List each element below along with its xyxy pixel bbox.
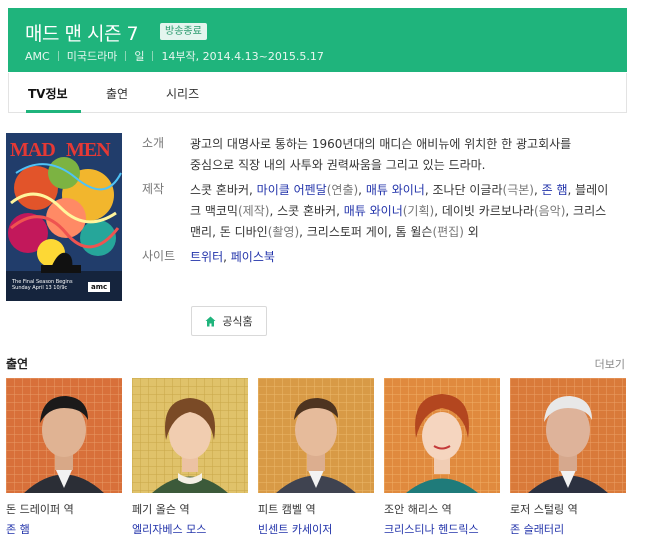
cast-actor-link[interactable]: 존 햄 [6,521,122,537]
meta-network[interactable]: AMC [25,50,50,63]
production-role: (촬영) [267,225,300,239]
production-role: (음악) [533,204,566,218]
cast-actor-link[interactable]: 크리스티나 헨드릭스 [384,521,500,537]
status-badge: 방송종료 [160,23,207,40]
page-title: 매드 맨 시즌 7 [25,23,139,45]
production-role: (기획) [402,204,435,218]
header-meta: AMC 미국드라마 일 14부작, 2014.4.13~2015.5.17 [25,48,324,64]
cast-photo[interactable] [6,378,122,493]
cast-role: 피트 캠벨 역 [258,503,316,516]
info-summary-line1: 광고의 대명사로 통하는 1960년대의 매디슨 애비뉴에 위치한 한 광고회사… [190,137,572,151]
cast-photo[interactable] [510,378,626,493]
poster-caption-line2: Sunday April 13 10/9c [12,285,68,291]
production-role: (편집) [432,225,464,239]
poster-caption: The Final Season Begins Sunday April 13 … [12,279,73,291]
tab-bar: TV정보 출연 시리즈 [8,73,627,113]
info-label-site: 사이트 [142,249,176,263]
cast-card[interactable]: 돈 드레이퍼 역 존 햄 [6,378,122,537]
production-text: , 스콧 혼바커, [269,204,344,218]
info-row-site: 사이트 트위터, 페이스북 [140,247,610,268]
title-header: 매드 맨 시즌 7 방송종료 AMC 미국드라마 일 14부작, 2014.4.… [8,8,627,72]
active-tab-indicator [26,110,81,113]
meta-genre: 미국드라마 [66,50,118,63]
meta-day: 일 [134,50,145,63]
info-production: 스콧 혼바커, 마이클 어펜달(연출), 매튜 와이너, 조나단 이글라(극본)… [190,180,610,243]
production-role: (제작) [237,204,270,218]
cast-role: 돈 드레이퍼 역 [6,503,74,516]
cast-photo[interactable] [384,378,500,493]
cast-card[interactable]: 피트 캠벨 역 빈센트 카세이저 [258,378,374,537]
site-link-twitter[interactable]: 트위터 [190,250,223,264]
cast-photo[interactable] [258,378,374,493]
cast-more-link[interactable]: 더보기 [595,356,625,372]
tab-tv-info[interactable]: TV정보 [28,85,68,102]
official-home-button[interactable]: 공식홈 [191,306,267,336]
cast-actor-link[interactable]: 빈센트 카세이저 [258,521,374,537]
show-info: 소개 광고의 대명사로 통하는 1960년대의 매디슨 애비뉴에 위치한 한 광… [140,134,610,275]
poster-network-logo: amc [88,282,111,292]
production-link-creator[interactable]: 매튜 와이너 [344,204,403,218]
info-row-production: 제작 스콧 혼바커, 마이클 어펜달(연출), 매튜 와이너, 조나단 이글라(… [140,180,610,243]
cast-role: 로저 스털링 역 [510,503,578,516]
tab-cast[interactable]: 출연 [106,85,128,102]
info-summary: 광고의 대명사로 통하는 1960년대의 매디슨 애비뉴에 위치한 한 광고회사… [190,134,610,176]
cast-section-title: 출연 [6,357,29,371]
home-icon [205,316,216,326]
meta-divider [125,51,127,61]
cast-actor-link[interactable]: 엘리자베스 모스 [132,521,248,537]
official-home-label: 공식홈 [222,315,253,328]
info-summary-line2: 중심으로 직장 내의 사투와 권력싸움을 그리고 있는 드라마. [190,158,486,172]
info-label-summary: 소개 [142,136,165,150]
site-link-facebook[interactable]: 페이스북 [231,250,275,264]
production-link-director[interactable]: 마이클 어펜달 [257,183,327,197]
production-text: , [533,183,542,197]
cast-photo[interactable] [132,378,248,493]
production-link-writer[interactable]: 매튜 와이너 [366,183,425,197]
cast-card[interactable]: 로저 스털링 역 존 슬래터리 [510,378,626,537]
cast-card[interactable]: 페기 올슨 역 엘리자베스 모스 [132,378,248,537]
production-text: 외 [463,225,479,239]
info-row-summary: 소개 광고의 대명사로 통하는 1960년대의 매디슨 애비뉴에 위치한 한 광… [140,134,610,176]
production-text: , 조나단 이글라 [424,183,503,197]
meta-divider [57,51,59,61]
production-role: (극본) [502,183,534,197]
cast-role: 조안 해리스 역 [384,503,452,516]
cast-card[interactable]: 조안 해리스 역 크리스티나 헨드릭스 [384,378,500,537]
meta-divider [152,51,154,61]
production-role: (연출) [326,183,359,197]
production-link-producer[interactable]: 존 햄 [542,183,568,197]
info-site: 트위터, 페이스북 [190,247,610,268]
production-text: , [358,183,366,197]
cast-actor-link[interactable]: 존 슬래터리 [510,521,626,537]
meta-episodes: 14부작, 2014.4.13~2015.5.17 [161,50,324,63]
production-text: , 크리스토퍼 게이, 톰 윌슨 [299,225,433,239]
tab-series[interactable]: 시리즈 [166,85,199,102]
show-poster[interactable]: MAD MEN The Final Season Begins Sunday A… [6,133,122,301]
cast-role: 페기 올슨 역 [132,503,190,516]
site-separator: , [223,250,231,264]
production-text: , 데이빗 카르보나라 [434,204,534,218]
poster-logo-men: MEN [66,139,111,161]
production-text: 스콧 혼바커, [190,183,257,197]
poster-logo-mad: MAD [10,139,56,161]
info-label-production: 제작 [142,182,165,196]
